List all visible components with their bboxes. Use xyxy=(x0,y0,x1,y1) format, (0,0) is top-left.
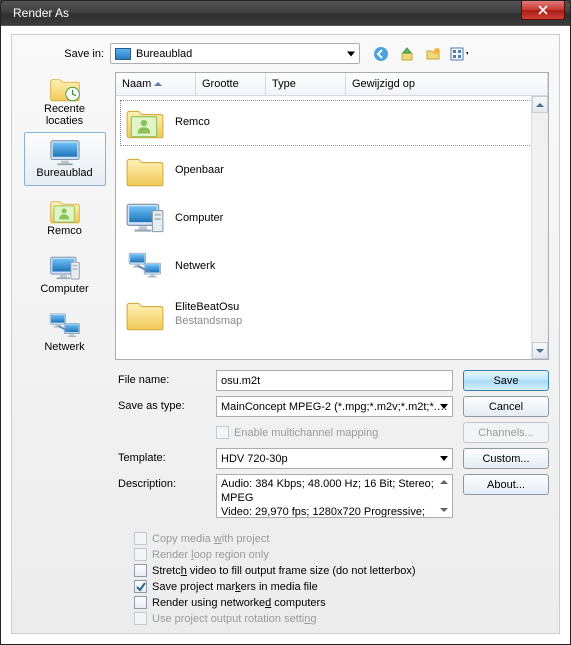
template-label: Template: xyxy=(118,448,206,469)
rotation-setting-checkbox: Use project output rotation setting xyxy=(134,612,549,625)
window-title: Render As xyxy=(13,6,69,20)
scrollbar[interactable] xyxy=(531,96,548,359)
save-as-type-select[interactable]: MainConcept MPEG-2 (*.mpg;*.m2v;*.m2t;*.… xyxy=(216,396,453,417)
monitor-icon xyxy=(115,48,131,60)
chevron-down-icon xyxy=(440,404,448,409)
new-folder-icon[interactable] xyxy=(424,45,442,63)
col-type[interactable]: Type xyxy=(266,73,346,95)
copy-media-checkbox: Copy media with project xyxy=(134,532,549,545)
cancel-button[interactable]: Cancel xyxy=(463,396,549,417)
sort-asc-icon xyxy=(154,82,162,86)
view-menu-icon[interactable] xyxy=(450,45,468,63)
up-icon[interactable] xyxy=(398,45,416,63)
file-name-input[interactable]: osu.m2t xyxy=(216,370,453,391)
sidebar-item-computer[interactable]: Computer xyxy=(24,248,106,302)
col-size[interactable]: Grootte xyxy=(196,73,266,95)
file-name-label: File name: xyxy=(118,370,206,391)
desc-scrollbar[interactable] xyxy=(436,475,452,517)
enable-multichannel-checkbox: Enable multichannel mapping xyxy=(216,422,453,443)
file-item[interactable]: Openbaar xyxy=(119,147,545,195)
description-label: Description: xyxy=(118,474,206,518)
chevron-down-icon xyxy=(440,456,448,461)
sidebar-item-network[interactable]: Netwerk xyxy=(24,306,106,360)
close-button[interactable] xyxy=(521,1,565,20)
col-modified[interactable]: Gewijzigd op xyxy=(346,73,548,95)
render-loop-checkbox: Render loop region only xyxy=(134,548,549,561)
file-item[interactable]: Netwerk xyxy=(119,243,545,291)
file-item[interactable]: EliteBeatOsuBestandsmap xyxy=(119,291,545,339)
save-in-combo[interactable]: Bureaublad xyxy=(110,43,360,64)
file-item[interactable]: Remco xyxy=(119,99,545,147)
template-select[interactable]: HDV 720-30p xyxy=(216,448,453,469)
scroll-up-button[interactable] xyxy=(532,96,548,113)
save-in-value: Bureaublad xyxy=(136,48,192,60)
custom-button[interactable]: Custom... xyxy=(463,448,549,469)
places-sidebar: Recente locaties Bureaublad Remco Comput… xyxy=(22,72,107,360)
save-button[interactable]: Save xyxy=(463,370,549,391)
sidebar-item-desktop[interactable]: Bureaublad xyxy=(24,132,106,186)
about-button[interactable]: About... xyxy=(463,474,549,495)
save-in-label: Save in: xyxy=(22,48,104,60)
sidebar-item-user[interactable]: Remco xyxy=(24,190,106,244)
networked-render-checkbox[interactable]: Render using networked computers xyxy=(134,596,549,609)
titlebar: Render As xyxy=(1,1,570,25)
channels-button: Channels... xyxy=(463,422,549,443)
col-name[interactable]: Naam xyxy=(116,73,196,95)
file-list-pane: Naam Grootte Type Gewijzigd op Remco Ope… xyxy=(115,72,549,360)
description-text: Audio: 384 Kbps; 48.000 Hz; 16 Bit; Ster… xyxy=(216,474,453,518)
stretch-video-checkbox[interactable]: Stretch video to fill output frame size … xyxy=(134,564,549,577)
save-markers-checkbox[interactable]: Save project markers in media file xyxy=(134,580,549,593)
file-item[interactable]: Computer xyxy=(119,195,545,243)
save-as-type-label: Save as type: xyxy=(118,396,206,417)
column-headers: Naam Grootte Type Gewijzigd op xyxy=(116,73,548,96)
back-icon[interactable] xyxy=(372,45,390,63)
scroll-down-button[interactable] xyxy=(532,342,548,359)
sidebar-item-recent[interactable]: Recente locaties xyxy=(24,74,106,128)
chevron-down-icon xyxy=(347,51,355,56)
